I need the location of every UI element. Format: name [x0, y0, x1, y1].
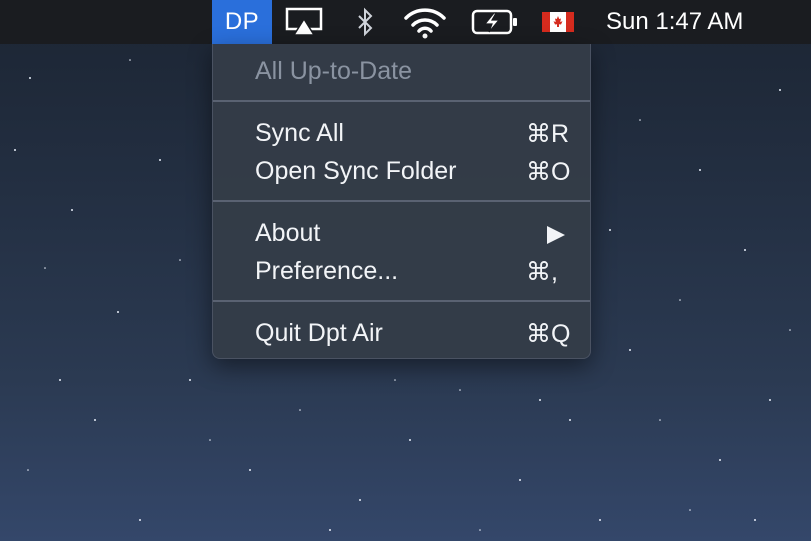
menu-item-label: About	[255, 219, 321, 247]
menu-item-quit[interactable]: Quit Dpt Air ⌘Q	[213, 314, 590, 352]
shortcut-label: ⌘Q	[526, 320, 571, 348]
shortcut-label: ⌘O	[526, 158, 571, 186]
menu-item-label: Open Sync Folder	[255, 157, 457, 185]
menu-bar: DP Sun 1:47 AM	[0, 0, 811, 44]
menu-item-sync-all[interactable]: Sync All ⌘R	[213, 114, 590, 152]
shortcut-label: ⌘R	[526, 120, 570, 148]
menu-item-about[interactable]: About	[213, 214, 590, 252]
menu-item-status: All Up-to-Date	[213, 52, 590, 90]
menu-bar-clock[interactable]: Sun 1:47 AM	[606, 0, 786, 44]
menu-item-label: Sync All	[255, 119, 344, 147]
canada-flag-icon[interactable]	[540, 0, 576, 44]
wifi-icon[interactable]	[402, 0, 448, 44]
menu-item-open-sync-folder[interactable]: Open Sync Folder ⌘O	[213, 152, 590, 190]
bluetooth-icon[interactable]	[350, 0, 380, 44]
submenu-arrow-icon	[547, 226, 565, 244]
shortcut-label: ⌘,	[526, 258, 558, 286]
menu-separator	[213, 300, 590, 302]
airplay-icon[interactable]	[283, 0, 325, 44]
menu-item-preference[interactable]: Preference... ⌘,	[213, 252, 590, 290]
menu-separator	[213, 200, 590, 202]
menu-separator	[213, 100, 590, 102]
menu-item-label: Quit Dpt Air	[255, 319, 383, 347]
battery-charging-icon[interactable]	[468, 0, 522, 44]
status-label: All Up-to-Date	[255, 57, 412, 85]
dpt-air-dropdown-menu: All Up-to-Date Sync All ⌘R Open Sync Fol…	[212, 44, 591, 359]
app-menu-extra-dp[interactable]: DP	[212, 0, 272, 44]
menu-item-label: Preference...	[255, 257, 399, 285]
